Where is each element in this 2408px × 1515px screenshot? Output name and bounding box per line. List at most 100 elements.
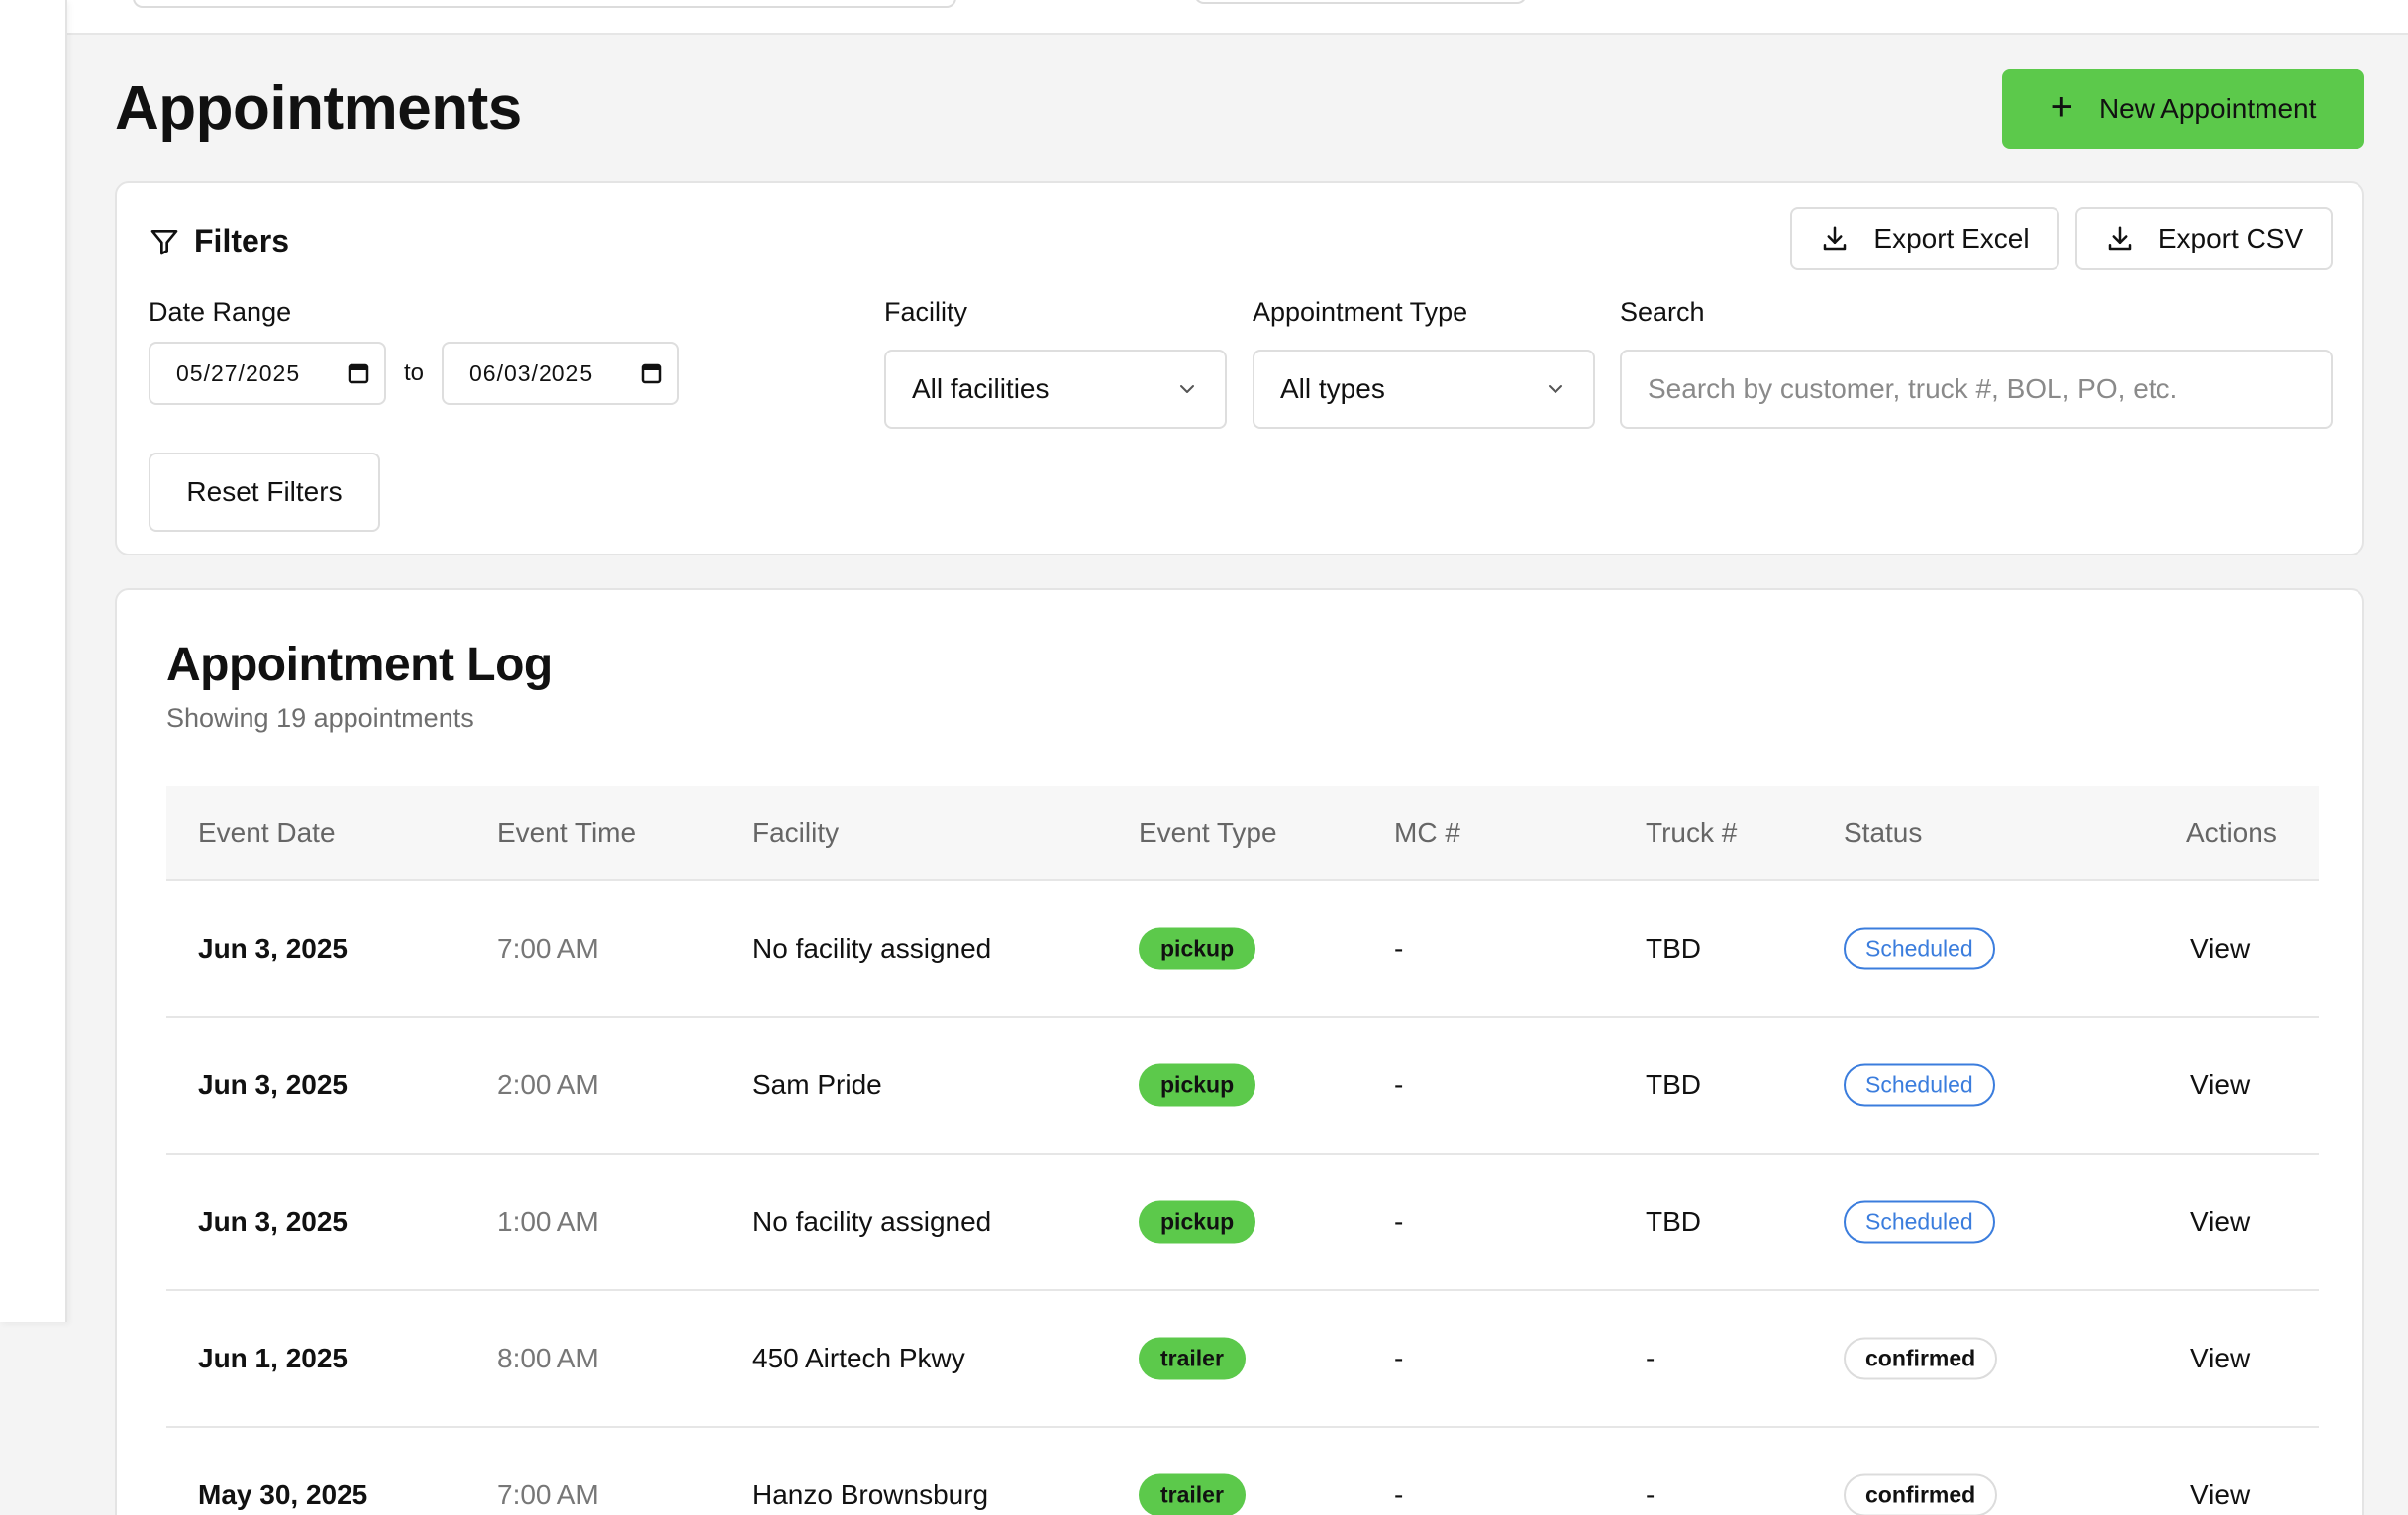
new-appointment-button[interactable]: + New Appointment [2002, 69, 2364, 149]
status-label: Scheduled [1844, 927, 1995, 970]
download-icon [2105, 224, 2135, 253]
page-title: Appointments [115, 74, 522, 143]
facility-select[interactable]: All facilities [884, 350, 1227, 429]
export-excel-label: Export Excel [1873, 223, 2030, 253]
facility-name: Sam Pride [752, 1069, 882, 1100]
column-header: Actions [2186, 817, 2277, 848]
top-control[interactable] [1194, 0, 1527, 4]
event-date: Jun 1, 2025 [198, 1343, 348, 1373]
event-date: Jun 3, 2025 [198, 933, 348, 963]
event-time: 8:00 AM [497, 1343, 599, 1373]
date-from-input[interactable]: 05/27/2025 [149, 342, 386, 405]
calendar-icon[interactable] [640, 361, 663, 385]
event-date: Jun 3, 2025 [198, 1069, 348, 1100]
to-label: to [404, 359, 425, 386]
plus-icon: + [2050, 85, 2073, 129]
export-csv-label: Export CSV [2157, 223, 2304, 253]
event-type-badge: pickup [1139, 927, 1256, 970]
side-panel [0, 0, 67, 1322]
table-row[interactable]: May 30, 2025 7:00 AM Hanzo Brownsburg tr… [166, 1428, 2319, 1515]
truck-number: - [1646, 1479, 1656, 1510]
status-badge: confirmed [1844, 1473, 1998, 1515]
appointment-type-select[interactable]: All types [1253, 350, 1595, 429]
chevron-down-icon [1544, 377, 1567, 401]
truck-number: TBD [1646, 1069, 1701, 1100]
view-link[interactable]: View [2190, 1069, 2250, 1101]
column-header[interactable]: Status [1844, 817, 1922, 849]
event-time: 2:00 AM [497, 1069, 599, 1100]
mc-number: - [1394, 1343, 1404, 1373]
event-type-badge: pickup [1139, 1063, 1256, 1107]
log-count: Showing 19 appointments [166, 703, 474, 733]
truck-number: - [1646, 1343, 1656, 1373]
truck-number: TBD [1646, 1206, 1701, 1237]
event-type-label: pickup [1139, 927, 1256, 970]
event-type-label: pickup [1139, 1063, 1256, 1107]
mc-number: - [1394, 933, 1404, 963]
export-excel-button[interactable]: Export Excel [1790, 207, 2059, 270]
event-type-badge: trailer [1139, 1337, 1246, 1380]
facility-label: Facility [884, 297, 968, 327]
filters-header: Filters [149, 223, 289, 259]
column-header[interactable]: Event Time [497, 817, 636, 849]
table-row[interactable]: Jun 3, 2025 1:00 AM No facility assigned… [166, 1155, 2319, 1291]
appointment-type-value: All types [1280, 373, 1385, 404]
event-type-label: trailer [1139, 1337, 1246, 1380]
facility-name: No facility assigned [752, 933, 992, 963]
status-label: Scheduled [1844, 1063, 1995, 1107]
column-header[interactable]: Facility [752, 817, 839, 849]
event-type-label: trailer [1139, 1473, 1246, 1515]
column-header[interactable]: Truck # [1646, 817, 1737, 849]
date-to-input[interactable]: 06/03/2025 [442, 342, 679, 405]
status-badge: Scheduled [1844, 1200, 1995, 1244]
status-label: Scheduled [1844, 1200, 1995, 1244]
filters-heading: Filters [194, 223, 290, 258]
date-to-value: 06/03/2025 [469, 359, 594, 386]
event-time: 1:00 AM [497, 1206, 599, 1237]
column-header[interactable]: Event Type [1139, 817, 1277, 849]
status-badge: confirmed [1844, 1337, 1998, 1380]
column-header[interactable]: MC # [1394, 817, 1460, 849]
view-link[interactable]: View [2190, 1343, 2250, 1374]
log-title: Appointment Log [166, 639, 552, 691]
event-type-label: pickup [1139, 1200, 1256, 1244]
new-appointment-label: New Appointment [2098, 93, 2317, 124]
facility-select-value: All facilities [912, 373, 1050, 404]
top-search-field[interactable] [133, 0, 956, 8]
facility-name: 450 Airtech Pkwy [752, 1343, 965, 1373]
status-badge: Scheduled [1844, 927, 1995, 970]
filters-panel: Filters Export Excel Export CSV Date Ran… [115, 181, 2364, 556]
status-label: confirmed [1844, 1337, 1998, 1380]
filter-icon [149, 226, 180, 257]
status-badge: Scheduled [1844, 1063, 1995, 1107]
date-range-label: Date Range [149, 297, 292, 327]
facility-name: Hanzo Brownsburg [752, 1479, 989, 1510]
table-header: Event Date Event Time Facility Event Typ… [166, 786, 2319, 881]
date-from-value: 05/27/2025 [176, 359, 301, 386]
appointments-table: Event Date Event Time Facility Event Typ… [166, 786, 2319, 1515]
truck-number: TBD [1646, 933, 1701, 963]
view-link[interactable]: View [2190, 933, 2250, 964]
export-csv-button[interactable]: Export CSV [2075, 207, 2333, 270]
column-header[interactable]: Event Date [198, 817, 336, 849]
search-input[interactable] [1620, 350, 2333, 429]
table-row[interactable]: Jun 3, 2025 7:00 AM No facility assigned… [166, 881, 2319, 1018]
top-bar [67, 0, 2408, 35]
event-type-badge: trailer [1139, 1473, 1246, 1515]
appointment-log-panel: Appointment Log Showing 19 appointments … [115, 588, 2364, 1515]
calendar-icon[interactable] [347, 361, 370, 385]
search-label: Search [1620, 297, 1705, 327]
appointment-type-label: Appointment Type [1253, 297, 1468, 327]
event-time: 7:00 AM [497, 933, 599, 963]
view-link[interactable]: View [2190, 1206, 2250, 1238]
mc-number: - [1394, 1206, 1404, 1237]
reset-filters-button[interactable]: Reset Filters [149, 453, 380, 532]
event-date: Jun 3, 2025 [198, 1206, 348, 1237]
table-row[interactable]: Jun 3, 2025 2:00 AM Sam Pride pickup - T… [166, 1018, 2319, 1155]
event-time: 7:00 AM [497, 1479, 599, 1510]
table-row[interactable]: Jun 1, 2025 8:00 AM 450 Airtech Pkwy tra… [166, 1291, 2319, 1428]
mc-number: - [1394, 1479, 1404, 1510]
view-link[interactable]: View [2190, 1479, 2250, 1511]
chevron-down-icon [1175, 377, 1199, 401]
facility-name: No facility assigned [752, 1206, 992, 1237]
